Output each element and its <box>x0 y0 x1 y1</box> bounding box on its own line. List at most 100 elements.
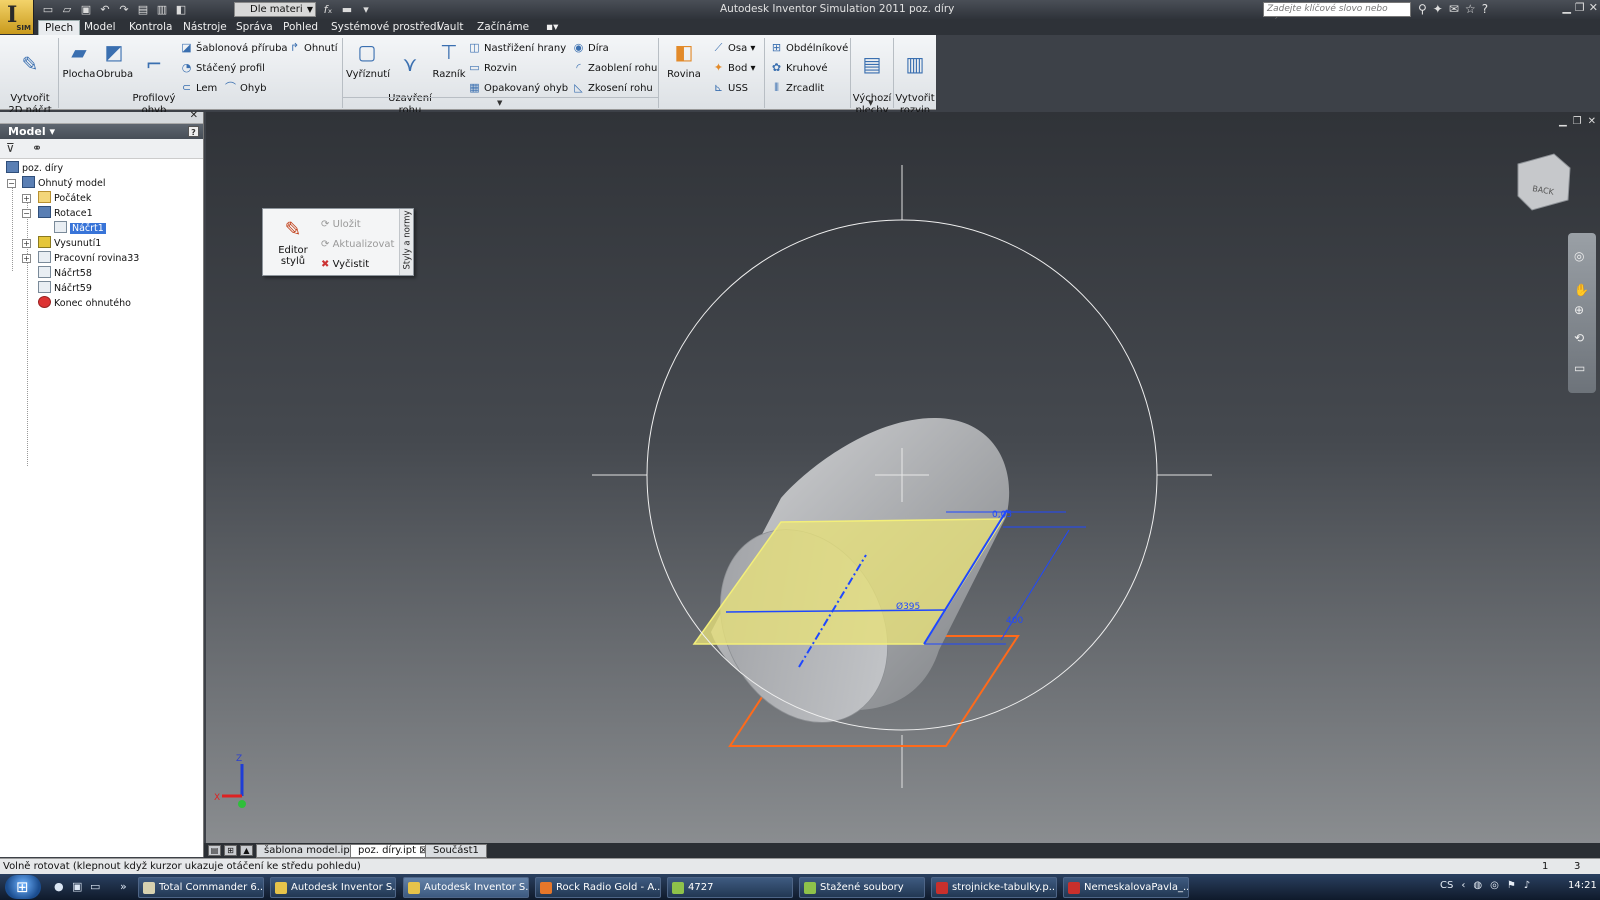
repeated-bend-button[interactable]: ▦ Opakovaný ohyb <box>468 80 568 96</box>
expand-icon[interactable]: + <box>22 254 31 263</box>
new-file-icon[interactable]: ▭ <box>40 3 56 17</box>
rectangular-pattern-button[interactable]: ⊞ Obdélníkové <box>770 40 848 56</box>
doc-tab-soucast1[interactable]: Součást1 <box>425 844 487 858</box>
binoculars-icon[interactable]: ⚲ <box>1418 2 1427 16</box>
dimension-005[interactable]: 0,05 <box>992 510 1012 520</box>
pan-icon[interactable]: ✋ <box>1574 283 1589 297</box>
punch-button[interactable]: ⊤ Razník <box>432 39 466 81</box>
show-hidden-icons-icon[interactable]: ‹ <box>1461 880 1465 891</box>
edge-cut-button[interactable]: ◫ Nastřižení hrany <box>468 40 566 56</box>
explorer-icon[interactable]: ▣ <box>72 880 82 893</box>
tab-nastroje[interactable]: Nástroje <box>177 20 233 35</box>
tree-node-root[interactable]: poz. díry <box>6 161 63 176</box>
filter-icon[interactable]: ⊽ <box>6 141 15 155</box>
plane-button[interactable]: ◧ Rovina <box>662 39 706 81</box>
taskbar-item-active[interactable]: Autodesk Inventor S... <box>403 877 529 898</box>
mirror-button[interactable]: ⫴ Zrcadlit <box>770 80 824 96</box>
taskbar-item[interactable]: Stažené soubory <box>799 877 925 898</box>
expand-icon[interactable]: + <box>22 194 31 203</box>
tab-plech[interactable]: Plech <box>38 20 81 35</box>
taskbar-item[interactable]: Autodesk Inventor S... <box>270 877 396 898</box>
tree-node-sketch58[interactable]: Náčrt58 <box>38 266 92 281</box>
return-icon[interactable]: ▥ <box>154 3 170 17</box>
tree-node-revolve1[interactable]: Rotace1 <box>38 206 93 221</box>
view-cube[interactable] <box>1517 153 1571 211</box>
tree-node-sketch1[interactable]: Náčrt1 <box>54 221 106 236</box>
ucs-button[interactable]: ⊾ USS <box>712 80 748 96</box>
subscription-icon[interactable]: ✦ <box>1433 2 1443 16</box>
more-icon[interactable]: » <box>120 880 127 893</box>
corner-round-button[interactable]: ◜ Zaoblení rohu <box>572 60 657 76</box>
save-style-button[interactable]: ⟳ Uložit <box>321 219 361 230</box>
minimize-icon[interactable]: ▁ <box>1559 116 1567 127</box>
create-flat-button[interactable]: ▥ Vytvořit rozvin <box>895 39 935 117</box>
axis-button[interactable]: ⟋ Osa ▾ <box>712 40 756 56</box>
cascade-icon[interactable]: ▤ <box>208 845 221 856</box>
graphics-viewport[interactable]: 0,05 Ø395 400 BACK Z X ▁ ❐ ✕ <box>206 112 1600 843</box>
point-button[interactable]: ✦ Bod ▾ <box>712 60 756 76</box>
doc-tab-sablona[interactable]: šablona model.ipt <box>256 844 362 858</box>
update-icon[interactable]: ◧ <box>173 3 189 17</box>
customize-icon[interactable]: ▾ <box>358 3 374 17</box>
binoculars-icon[interactable]: ⚭ <box>32 141 42 155</box>
function-icon[interactable]: fₓ <box>320 3 336 17</box>
collapse-icon[interactable]: − <box>7 179 16 188</box>
taskbar-item[interactable]: Rock Radio Gold - A... <box>535 877 661 898</box>
chevron-down-icon[interactable]: ▼ <box>497 99 502 107</box>
tree-node-sketch59[interactable]: Náčrt59 <box>38 281 92 296</box>
tray-app-icon[interactable]: ◎ <box>1490 880 1499 891</box>
orbit-icon[interactable]: ⟲ <box>1574 331 1584 345</box>
expand-icon[interactable]: + <box>22 239 31 248</box>
minimize-icon[interactable]: ▁ <box>1562 1 1570 14</box>
purge-style-button[interactable]: ✖ Vyčistit <box>321 259 369 270</box>
print-icon[interactable]: ▤ <box>135 3 151 17</box>
flag-icon[interactable]: ⚑ <box>1507 880 1516 891</box>
communication-icon[interactable]: ✉ <box>1449 2 1459 16</box>
tab-vault[interactable]: Vault <box>431 20 470 35</box>
camera-icon[interactable]: ▪▾ <box>540 20 564 35</box>
tile-icon[interactable]: ⊞ <box>224 845 237 856</box>
face-button[interactable]: ▰ Plocha <box>62 39 96 81</box>
application-menu-button[interactable]: I SIM <box>0 0 34 34</box>
template-flange-button[interactable]: ◪ Šablonová příruba <box>180 40 287 56</box>
network-icon[interactable]: ◍ <box>1473 880 1482 891</box>
language-indicator[interactable]: CS <box>1440 880 1453 891</box>
search-input[interactable]: Zadejte klíčové slovo nebo výraz. <box>1263 2 1411 27</box>
start-button[interactable] <box>5 875 41 899</box>
flange-button[interactable]: ◩ Obruba <box>96 39 133 81</box>
chevron-down-icon[interactable]: ▼ <box>868 99 873 107</box>
up-arrow-icon[interactable]: ▲ <box>240 845 253 856</box>
tab-kontrola[interactable]: Kontrola <box>123 20 178 35</box>
close-icon[interactable]: ✕ <box>1588 116 1596 127</box>
restore-icon[interactable]: ❐ <box>1575 1 1585 14</box>
redo-icon[interactable]: ↷ <box>116 3 132 17</box>
tab-model[interactable]: Model <box>78 20 122 35</box>
chrome-icon[interactable]: ● <box>54 880 64 893</box>
tab-systemove-prostredi[interactable]: Systémové prostředí <box>325 20 445 35</box>
update-style-button[interactable]: ⟳ Aktualizovat <box>321 239 394 250</box>
open-folder-icon[interactable]: ▱ <box>59 3 75 17</box>
help-icon[interactable]: ? <box>188 126 199 137</box>
tree-node-extrude1[interactable]: Vysunutí1 <box>38 236 101 251</box>
collapse-icon[interactable]: − <box>22 209 31 218</box>
create-sketch-button[interactable]: ✎ Vytvořit 2D náčrt <box>8 39 52 117</box>
corner-seam-button[interactable]: ⋎ Uzavření rohu <box>388 39 432 117</box>
hole-button[interactable]: ◉ Díra <box>572 40 609 56</box>
clock[interactable]: 14:21 <box>1568 880 1597 891</box>
hem-button[interactable]: ⊂ Lem <box>180 80 217 96</box>
rolled-profile-button[interactable]: ◔ Stáčený profil <box>180 60 265 76</box>
favorite-icon[interactable]: ☆ <box>1465 2 1476 16</box>
bend-button[interactable]: ⌒ Ohyb <box>224 80 266 96</box>
taskbar-item[interactable]: strojnicke-tabulky.p... <box>931 877 1057 898</box>
taskbar-item[interactable]: 4727 <box>667 877 793 898</box>
fold-button[interactable]: ↱ Ohnutí <box>288 40 338 56</box>
corner-chamfer-button[interactable]: ◺ Zkosení rohu <box>572 80 652 96</box>
tab-zaciname[interactable]: Začínáme <box>471 20 535 35</box>
doc-tab-poz-diry[interactable]: poz. díry.ipt ⊠ <box>350 844 436 858</box>
material-select[interactable]: Dle materi ▼ <box>234 2 316 17</box>
tree-node-work-plane33[interactable]: Pracovní rovina33 <box>38 251 139 266</box>
volume-icon[interactable]: ♪ <box>1524 880 1530 891</box>
tab-sprava[interactable]: Správa <box>230 20 279 35</box>
dimension-diameter[interactable]: Ø395 <box>896 601 920 612</box>
steering-wheel-icon[interactable]: ◎ <box>1574 249 1584 263</box>
